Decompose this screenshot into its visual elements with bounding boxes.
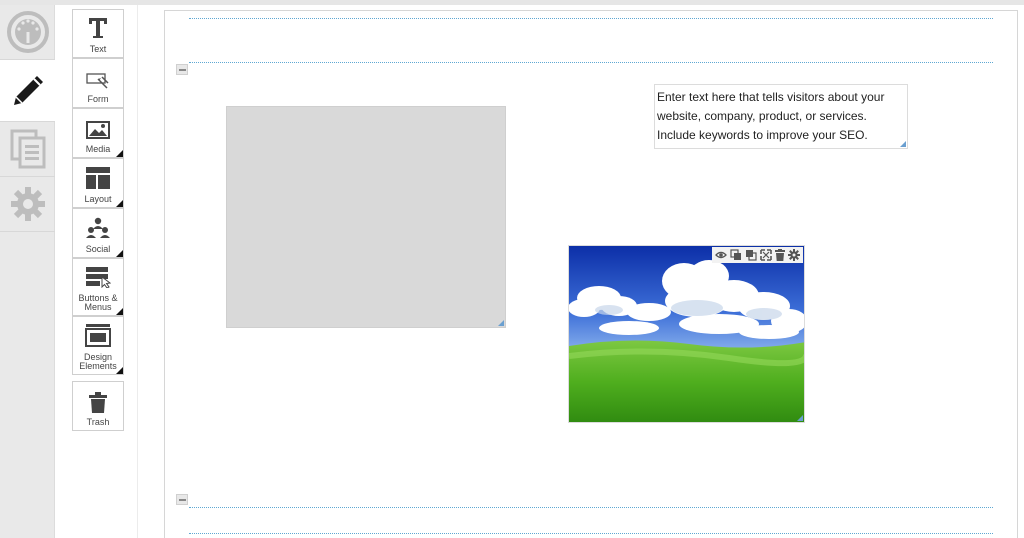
rail-item-edit[interactable] — [0, 60, 55, 122]
tool-social-label: Social — [85, 244, 111, 254]
submenu-indicator — [116, 308, 123, 315]
trash-icon — [89, 392, 107, 413]
tool-text[interactable]: Text — [72, 9, 124, 58]
dashboard-icon — [6, 11, 49, 53]
buttons-icon — [86, 267, 111, 288]
design-elements-icon — [85, 324, 111, 347]
website-builder: Text Form Media Layout Social Buttons & … — [0, 0, 1024, 538]
submenu-indicator — [116, 150, 123, 157]
tool-form-label: Form — [87, 94, 109, 104]
tool-buttons-label-2: Menus — [84, 302, 112, 312]
tool-design-elements[interactable]: Design Elements — [72, 316, 124, 375]
image-toolbar — [712, 247, 803, 263]
send-back-icon[interactable] — [730, 249, 742, 261]
tool-media-label: Media — [85, 144, 111, 154]
top-bar — [0, 0, 1024, 5]
form-icon — [86, 73, 109, 89]
layout-icon — [86, 167, 110, 189]
landscape-image — [569, 246, 804, 422]
tool-design-label-2: Elements — [79, 361, 117, 371]
people-icon — [86, 217, 110, 238]
canvas-edge — [1017, 10, 1018, 538]
tool-trash[interactable]: Trash — [72, 381, 124, 431]
image-block[interactable] — [568, 245, 805, 423]
guide-line — [189, 62, 993, 63]
divider — [137, 5, 138, 538]
gear-icon[interactable] — [788, 249, 800, 261]
resize-handle[interactable] — [900, 141, 906, 147]
submenu-indicator — [116, 200, 123, 207]
bring-front-icon[interactable] — [745, 249, 757, 261]
rail-item-dashboard[interactable] — [0, 5, 55, 60]
tool-social[interactable]: Social — [72, 208, 124, 258]
pages-icon — [10, 129, 45, 169]
pencil-icon — [13, 75, 43, 105]
submenu-indicator — [116, 250, 123, 257]
guide-line — [189, 18, 993, 19]
collapse-section-button[interactable] — [176, 494, 188, 505]
tool-form[interactable]: Form — [72, 58, 124, 108]
rail-item-pages[interactable] — [0, 122, 55, 177]
text-icon — [89, 18, 107, 38]
tool-layout-label: Layout — [84, 194, 112, 204]
expand-icon[interactable] — [760, 249, 772, 261]
guide-line — [189, 507, 993, 508]
submenu-indicator — [116, 367, 123, 374]
tool-media[interactable]: Media — [72, 108, 124, 158]
placeholder-block[interactable] — [226, 106, 506, 328]
resize-handle[interactable] — [498, 320, 504, 326]
eye-icon[interactable] — [715, 250, 727, 260]
tool-trash-label: Trash — [86, 417, 110, 427]
tool-layout[interactable]: Layout — [72, 158, 124, 208]
tool-text-label: Text — [89, 44, 107, 54]
rail-item-settings[interactable] — [0, 177, 55, 232]
image-icon — [86, 121, 110, 139]
trash-icon[interactable] — [775, 249, 785, 261]
guide-line — [189, 533, 993, 534]
collapse-section-button[interactable] — [176, 64, 188, 75]
gear-icon — [10, 187, 45, 221]
resize-handle[interactable] — [797, 415, 803, 421]
left-rail — [0, 5, 55, 538]
tool-buttons-menus[interactable]: Buttons & Menus — [72, 258, 124, 316]
text-block[interactable]: Enter text here that tells visitors abou… — [654, 84, 908, 149]
text-block-content: Enter text here that tells visitors abou… — [657, 90, 885, 142]
